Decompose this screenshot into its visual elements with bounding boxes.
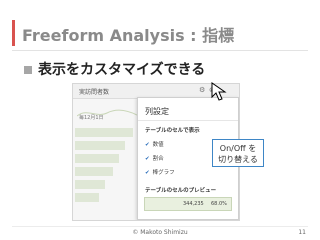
display-section-label: テーブルのセルで表示 [145, 128, 200, 134]
background-axis-label: 毎12月1日 [79, 115, 104, 121]
background-bar [75, 180, 105, 189]
background-bar [75, 193, 99, 202]
preview-percent: 68.0% [211, 201, 227, 207]
title-accent-bar [12, 20, 15, 46]
callout-line-1: On/Off を [219, 144, 257, 153]
preview-section-label: テーブルのセルのプレビュー [145, 188, 217, 194]
option-number[interactable]: ✔ 数値 [145, 140, 164, 148]
option-label: 棒グラフ [152, 170, 175, 176]
dialog-title: 列設定 [145, 107, 169, 116]
option-bar-graph[interactable]: ✔ 棒グラフ [145, 168, 175, 176]
callout-line-2: 切り替える [218, 155, 258, 164]
callout-note: On/Off を 切り替える [212, 139, 264, 167]
widget-title: 実訪問者数 [79, 89, 110, 96]
checkmark-icon[interactable]: ✔ [145, 170, 150, 176]
dialog-divider [138, 120, 238, 121]
preview-value: 344,235 [183, 201, 204, 207]
bullet-text: 表示をカスタマイズできる [38, 62, 206, 78]
mouse-cursor-icon [211, 82, 227, 101]
checkmark-icon[interactable]: ✔ [145, 156, 150, 162]
background-bar [75, 141, 125, 150]
background-bar [75, 154, 119, 163]
background-bar [75, 128, 133, 137]
page-number: 11 [298, 229, 306, 236]
option-label: 割合 [152, 156, 164, 162]
option-label: 数値 [152, 142, 164, 148]
cell-preview: 344,235 68.0% [144, 197, 232, 211]
slide-title: Freeform Analysis : 指標 [22, 26, 235, 45]
footer-divider [12, 226, 308, 227]
bullet-marker [24, 66, 32, 74]
gear-icon[interactable]: ⚙ [199, 86, 205, 95]
footer-copyright: © Makoto Shimizu [132, 229, 188, 236]
title-divider [12, 50, 308, 51]
checkmark-icon[interactable]: ✔ [145, 142, 150, 148]
background-bars [75, 128, 133, 216]
option-percent[interactable]: ✔ 割合 [145, 154, 164, 162]
background-bar [75, 167, 113, 176]
